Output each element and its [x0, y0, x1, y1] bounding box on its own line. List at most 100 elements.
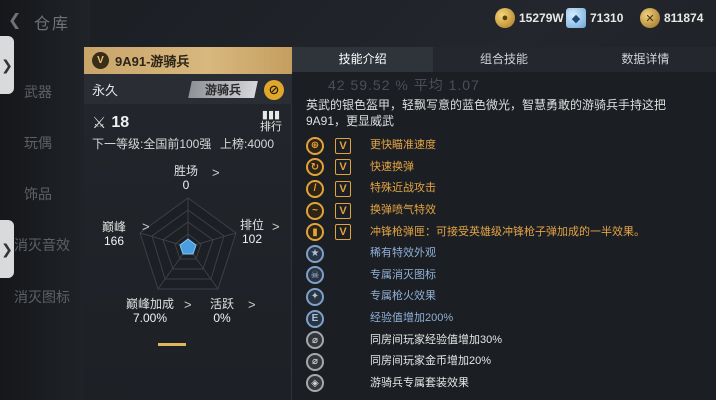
weapon-name: 9A91-游骑兵	[115, 54, 190, 69]
no-entry-badge-icon[interactable]: ⊘	[264, 80, 284, 100]
class-tag-label: 游骑兵	[204, 83, 241, 97]
nav-item-accessories[interactable]: 饰品	[24, 184, 52, 204]
skill-row: / V 特殊近战攻击	[306, 178, 706, 200]
stat-active-value: 0%	[213, 311, 231, 325]
tab-combo-skills[interactable]: 组合技能	[433, 47, 574, 72]
stat-ranking[interactable]: 排位 102	[240, 218, 264, 246]
rank-number: 18	[111, 114, 130, 131]
page-title: 仓库	[34, 16, 71, 33]
chevron-right-icon[interactable]: >	[248, 297, 256, 312]
skull-icon: ☠	[306, 266, 324, 285]
leaderboard-button[interactable]: ▮▮▮ 排行	[260, 109, 282, 133]
muzzle-flash-icon: ✦	[306, 287, 324, 306]
weapon-rank-icon: ⚔	[92, 115, 107, 132]
skill-text: 快速换弹	[370, 160, 414, 173]
skill-row: ☠ 专属消灭图标	[306, 265, 706, 287]
skill-row: ↻ V 快速换弹	[306, 157, 706, 179]
skill-row: ◈ 游骑兵专属套装效果	[306, 373, 706, 395]
v-mark-icon: V	[335, 224, 351, 241]
skill-text: 经验值增加200%	[370, 312, 454, 325]
weapon-detail-panel: V 9A91-游骑兵 永久 游骑兵 ⊘ ⚔ 18 ▮▮▮ 排行 下一等级:全国前…	[84, 47, 716, 400]
skill-row: ~ V 换弹喷气特效	[306, 200, 706, 222]
side-expand-handle-bottom[interactable]: ❯	[0, 220, 14, 278]
skill-row: ▮ V 冲锋枪弹匣：可接受英雄级冲锋枪子弹加成的一半效果。	[306, 221, 706, 243]
v-mark-icon: V	[335, 180, 351, 197]
skill-text: 专属枪火效果	[370, 290, 436, 303]
nav-item-dolls[interactable]: 玩偶	[24, 133, 52, 153]
v-mark-icon: V	[335, 202, 351, 219]
stat-peak-value: 166	[103, 234, 125, 248]
chevron-right-icon[interactable]: >	[212, 165, 220, 180]
skill-row: E 经验值增加200%	[306, 308, 706, 330]
magazine-icon: ▮	[306, 223, 324, 242]
stat-ranking-value: 102	[241, 232, 263, 246]
page-indicator	[158, 343, 186, 346]
stat-peak[interactable]: 巅峰 166	[102, 220, 126, 248]
skill-row: ⌀ 同房间玩家金币增加20%	[306, 351, 706, 373]
weapon-card-header: V 9A91-游骑兵	[84, 47, 292, 74]
nav-item-kill-icon[interactable]: 消灭图标	[14, 287, 70, 307]
skill-text: 同房间玩家金币增加20%	[370, 355, 492, 368]
skill-text: 特殊近战攻击	[370, 182, 436, 195]
stat-active[interactable]: 活跃 0%	[210, 297, 234, 325]
chevron-right-icon[interactable]: >	[272, 219, 280, 234]
weapon-duration: 永久	[92, 82, 119, 98]
stat-wins-value: 0	[182, 178, 190, 192]
medal-icon: ✕	[640, 8, 660, 28]
tab-data-details[interactable]: 数据详情	[575, 47, 716, 72]
tab-skill-intro[interactable]: 技能介绍	[292, 47, 434, 72]
skill-text: 专属消灭图标	[370, 268, 436, 281]
side-expand-handle-top[interactable]: ❯	[0, 36, 14, 94]
weapon-card: V 9A91-游骑兵 永久 游骑兵 ⊘ ⚔ 18 ▮▮▮ 排行 下一等级:全国前…	[84, 47, 292, 400]
skill-text: 更快瞄准速度	[370, 139, 436, 152]
back-arrow-icon[interactable]: ❮	[8, 10, 21, 30]
skill-row: ✦ 专属枪火效果	[306, 286, 706, 308]
background-stats-text: 42 59.52 % 平均 1.07	[328, 77, 480, 93]
coin-team-icon: ⌀	[306, 352, 324, 371]
exp-icon: E	[306, 309, 324, 328]
stat-ranking-label: 排位	[240, 218, 265, 232]
diamond-amount: 71310	[590, 11, 624, 25]
gold-coin-icon: ●	[495, 8, 515, 28]
weapon-description: 英武的银色盔甲，轻飘写意的蓝色微光，智慧勇敢的游骑兵手持这把9A91，更显威武	[306, 98, 667, 128]
next-level-text: 下一等级:全国前100强	[92, 137, 212, 151]
exp-team-icon: ⌀	[306, 331, 324, 350]
skills-list: ⊕ V 更快瞄准速度 ↻ V 快速换弹 / V 特殊近战攻击 ~ V 换弹喷气特…	[306, 135, 706, 394]
chevron-right-icon[interactable]: >	[184, 297, 192, 312]
stat-peak-label: 巅峰	[102, 220, 127, 234]
currency-medal: ✕ 811874	[640, 8, 703, 28]
gold-amount: 15279W	[519, 11, 564, 25]
diamond-icon: ◆	[566, 8, 586, 28]
skill-text: 冲锋枪弹匣：可接受英雄级冲锋枪子弹加成的一半效果。	[370, 225, 645, 238]
star-icon: ★	[306, 244, 324, 263]
suit-icon: ◈	[306, 374, 324, 393]
skill-row: ★ 稀有特效外观	[306, 243, 706, 265]
knife-icon: /	[306, 179, 324, 198]
class-tag: 游骑兵	[188, 81, 258, 98]
stat-active-label: 活跃	[210, 297, 235, 311]
nav-item-weapons[interactable]: 武器	[24, 82, 52, 102]
skill-text: 稀有特效外观	[370, 247, 436, 260]
nav-item-kill-sound[interactable]: 消灭音效	[14, 235, 70, 255]
skill-row: ⊕ V 更快瞄准速度	[306, 135, 706, 157]
rank-row: ⚔ 18	[92, 113, 129, 133]
detail-tabs: 技能介绍 组合技能 数据详情	[292, 47, 716, 72]
crosshair-icon: ⊕	[306, 136, 324, 155]
weapon-card-subheader: 永久	[84, 74, 292, 104]
stat-wins[interactable]: 胜场 0	[174, 164, 198, 192]
v-mark-icon: V	[335, 137, 351, 154]
stat-peak-bonus-value: 7.00%	[132, 311, 168, 325]
skill-row: ⌀ 同房间玩家经验值增加30%	[306, 329, 706, 351]
skill-text: 换弹喷气特效	[370, 204, 436, 217]
leaderboard-icon: ▮▮▮	[261, 109, 281, 121]
skill-text: 游骑兵专属套装效果	[370, 376, 469, 389]
stat-peak-bonus[interactable]: 巅峰加成 7.00%	[126, 297, 174, 325]
medal-amount: 811874	[664, 11, 704, 25]
chevron-right-icon[interactable]: >	[142, 219, 150, 234]
skill-text: 同房间玩家经验值增加30%	[370, 333, 503, 346]
v-rank-icon: V	[92, 52, 109, 69]
reload-icon: ↻	[306, 158, 324, 177]
stat-peak-bonus-label: 巅峰加成	[126, 297, 175, 311]
currency-diamond: ◆ 71310	[566, 8, 623, 28]
stat-wins-label: 胜场	[174, 164, 199, 178]
